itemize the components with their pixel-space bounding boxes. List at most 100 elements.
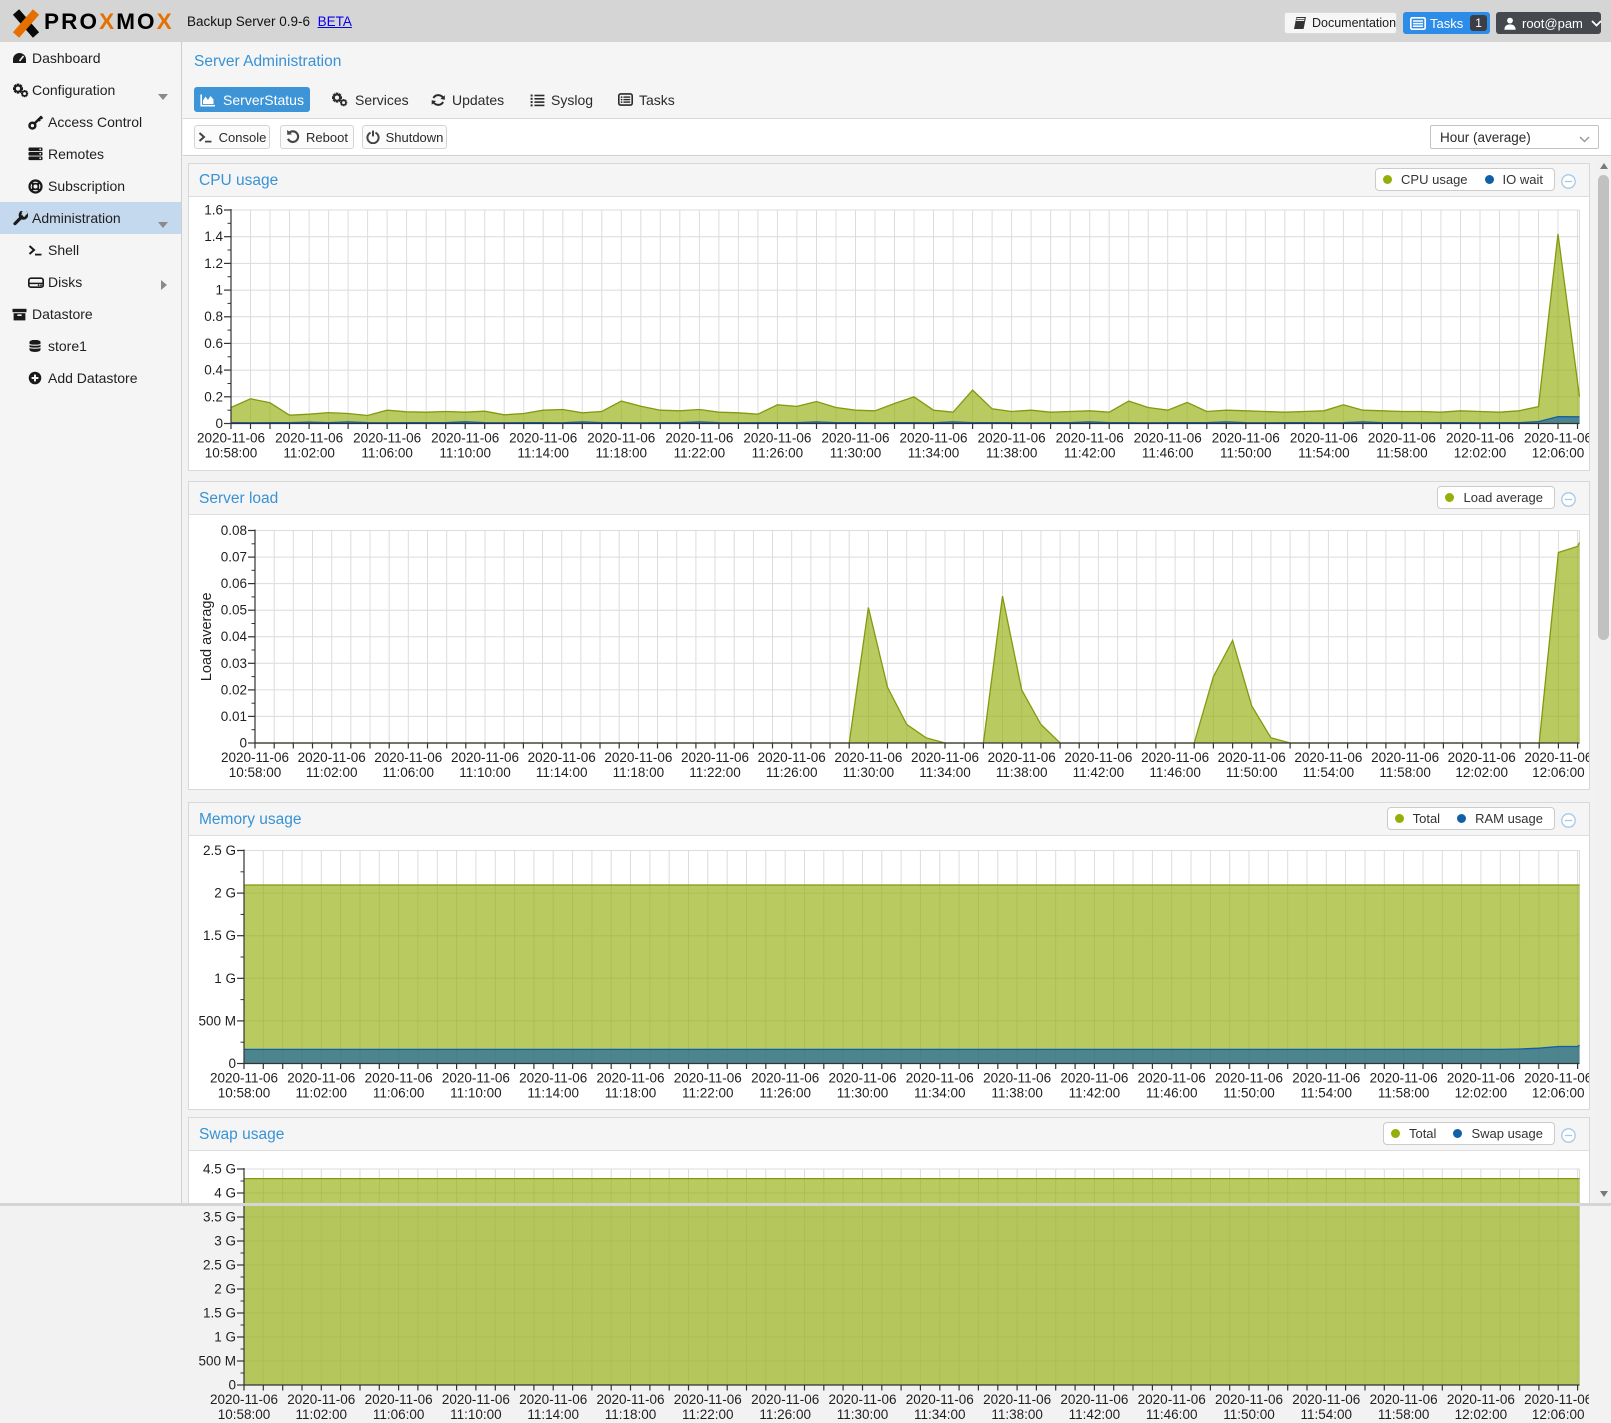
svg-text:11:06:00: 11:06:00 bbox=[383, 765, 435, 780]
svg-text:Load average: Load average bbox=[199, 592, 215, 681]
svg-text:11:30:00: 11:30:00 bbox=[837, 1086, 889, 1101]
svg-text:11:46:00: 11:46:00 bbox=[1142, 446, 1194, 461]
svg-text:11:46:00: 11:46:00 bbox=[1146, 1086, 1198, 1101]
svg-text:2020-11-06: 2020-11-06 bbox=[519, 1071, 587, 1086]
svg-text:2020-11-06: 2020-11-06 bbox=[587, 431, 655, 446]
svg-text:2020-11-06: 2020-11-06 bbox=[911, 750, 979, 765]
svg-text:2020-11-06: 2020-11-06 bbox=[828, 1392, 896, 1407]
svg-text:2020-11-06: 2020-11-06 bbox=[1446, 431, 1514, 446]
svg-text:2020-11-06: 2020-11-06 bbox=[1370, 1392, 1438, 1407]
svg-text:11:30:00: 11:30:00 bbox=[837, 1407, 889, 1422]
svg-text:2020-11-06: 2020-11-06 bbox=[1215, 1071, 1283, 1086]
svg-text:2 G: 2 G bbox=[214, 1282, 236, 1297]
svg-text:4.5 G: 4.5 G bbox=[203, 1162, 236, 1177]
svg-text:12:06:00: 12:06:00 bbox=[1532, 765, 1585, 780]
svg-text:12:02:00: 12:02:00 bbox=[1454, 446, 1507, 461]
svg-text:2020-11-06: 2020-11-06 bbox=[665, 431, 733, 446]
svg-text:2020-11-06: 2020-11-06 bbox=[1368, 431, 1436, 446]
svg-text:11:58:00: 11:58:00 bbox=[1378, 1086, 1430, 1101]
svg-text:1.4: 1.4 bbox=[204, 229, 223, 244]
svg-text:11:26:00: 11:26:00 bbox=[759, 1086, 811, 1101]
svg-text:11:06:00: 11:06:00 bbox=[373, 1086, 425, 1101]
svg-text:2020-11-06: 2020-11-06 bbox=[978, 431, 1046, 446]
svg-text:11:58:00: 11:58:00 bbox=[1378, 1407, 1430, 1422]
svg-text:11:10:00: 11:10:00 bbox=[450, 1086, 502, 1101]
svg-text:2020-11-06: 2020-11-06 bbox=[681, 750, 749, 765]
svg-text:1.6: 1.6 bbox=[204, 203, 223, 218]
svg-text:11:34:00: 11:34:00 bbox=[908, 446, 960, 461]
svg-text:2020-11-06: 2020-11-06 bbox=[1290, 431, 1358, 446]
svg-text:11:46:00: 11:46:00 bbox=[1146, 1407, 1198, 1422]
svg-text:2020-11-06: 2020-11-06 bbox=[1064, 750, 1132, 765]
svg-text:11:30:00: 11:30:00 bbox=[843, 765, 895, 780]
svg-text:2020-11-06: 2020-11-06 bbox=[509, 431, 577, 446]
svg-text:0.03: 0.03 bbox=[221, 656, 247, 671]
svg-text:2020-11-06: 2020-11-06 bbox=[596, 1392, 664, 1407]
svg-text:11:18:00: 11:18:00 bbox=[605, 1407, 657, 1422]
svg-text:0: 0 bbox=[228, 1378, 236, 1393]
svg-text:2020-11-06: 2020-11-06 bbox=[528, 750, 596, 765]
svg-text:11:22:00: 11:22:00 bbox=[682, 1407, 734, 1422]
svg-text:11:38:00: 11:38:00 bbox=[996, 765, 1048, 780]
svg-text:12:06:00: 12:06:00 bbox=[1532, 1086, 1585, 1101]
svg-text:11:22:00: 11:22:00 bbox=[689, 765, 741, 780]
svg-text:10:58:00: 10:58:00 bbox=[218, 1407, 271, 1422]
svg-text:2020-11-06: 2020-11-06 bbox=[988, 750, 1056, 765]
svg-text:2020-11-06: 2020-11-06 bbox=[1292, 1071, 1360, 1086]
svg-text:10:58:00: 10:58:00 bbox=[205, 446, 258, 461]
svg-text:2020-11-06: 2020-11-06 bbox=[442, 1071, 510, 1086]
svg-text:2020-11-06: 2020-11-06 bbox=[210, 1071, 278, 1086]
svg-text:2020-11-06: 2020-11-06 bbox=[1056, 431, 1124, 446]
svg-text:2020-11-06: 2020-11-06 bbox=[758, 750, 826, 765]
svg-text:11:10:00: 11:10:00 bbox=[459, 765, 511, 780]
svg-text:2020-11-06: 2020-11-06 bbox=[298, 750, 366, 765]
svg-text:1.5 G: 1.5 G bbox=[203, 1306, 236, 1321]
svg-text:2020-11-06: 2020-11-06 bbox=[751, 1071, 819, 1086]
svg-text:0.06: 0.06 bbox=[221, 576, 247, 591]
svg-text:2020-11-06: 2020-11-06 bbox=[1060, 1071, 1128, 1086]
svg-text:2020-11-06: 2020-11-06 bbox=[674, 1392, 742, 1407]
svg-text:2020-11-06: 2020-11-06 bbox=[210, 1392, 278, 1407]
svg-text:11:42:00: 11:42:00 bbox=[1064, 446, 1116, 461]
svg-text:12:06:00: 12:06:00 bbox=[1532, 1407, 1585, 1422]
svg-text:2020-11-06: 2020-11-06 bbox=[1524, 1392, 1589, 1407]
svg-text:11:06:00: 11:06:00 bbox=[373, 1407, 425, 1422]
svg-text:2020-11-06: 2020-11-06 bbox=[751, 1392, 819, 1407]
svg-text:11:38:00: 11:38:00 bbox=[991, 1086, 1043, 1101]
svg-text:10:58:00: 10:58:00 bbox=[229, 765, 282, 780]
svg-text:2020-11-06: 2020-11-06 bbox=[1218, 750, 1286, 765]
svg-text:3.5 G: 3.5 G bbox=[203, 1210, 236, 1225]
svg-text:11:18:00: 11:18:00 bbox=[605, 1086, 657, 1101]
svg-text:11:38:00: 11:38:00 bbox=[991, 1407, 1043, 1422]
svg-text:2020-11-06: 2020-11-06 bbox=[1447, 1071, 1515, 1086]
svg-text:2020-11-06: 2020-11-06 bbox=[365, 1071, 433, 1086]
svg-text:2020-11-06: 2020-11-06 bbox=[1371, 750, 1439, 765]
svg-text:2020-11-06: 2020-11-06 bbox=[1060, 1392, 1128, 1407]
svg-text:2020-11-06: 2020-11-06 bbox=[1141, 750, 1209, 765]
svg-text:2020-11-06: 2020-11-06 bbox=[1134, 431, 1202, 446]
svg-text:11:38:00: 11:38:00 bbox=[986, 446, 1038, 461]
svg-text:11:18:00: 11:18:00 bbox=[613, 765, 665, 780]
svg-text:2020-11-06: 2020-11-06 bbox=[821, 431, 889, 446]
svg-text:11:10:00: 11:10:00 bbox=[439, 446, 491, 461]
svg-text:11:54:00: 11:54:00 bbox=[1301, 1407, 1353, 1422]
svg-text:2020-11-06: 2020-11-06 bbox=[834, 750, 902, 765]
svg-text:11:54:00: 11:54:00 bbox=[1298, 446, 1350, 461]
svg-text:1.5 G: 1.5 G bbox=[203, 928, 236, 943]
svg-text:0.08: 0.08 bbox=[221, 523, 247, 538]
svg-text:11:54:00: 11:54:00 bbox=[1301, 1086, 1353, 1101]
svg-text:11:54:00: 11:54:00 bbox=[1303, 765, 1355, 780]
svg-text:0: 0 bbox=[228, 1056, 236, 1071]
svg-text:11:02:00: 11:02:00 bbox=[296, 1086, 348, 1101]
svg-text:11:02:00: 11:02:00 bbox=[296, 1407, 348, 1422]
svg-text:11:30:00: 11:30:00 bbox=[830, 446, 882, 461]
svg-text:2020-11-06: 2020-11-06 bbox=[1447, 1392, 1515, 1407]
svg-text:12:02:00: 12:02:00 bbox=[1455, 765, 1508, 780]
svg-text:11:34:00: 11:34:00 bbox=[914, 1086, 966, 1101]
svg-text:11:06:00: 11:06:00 bbox=[361, 446, 413, 461]
svg-text:11:26:00: 11:26:00 bbox=[759, 1407, 811, 1422]
svg-text:2020-11-06: 2020-11-06 bbox=[906, 1392, 974, 1407]
svg-text:0.05: 0.05 bbox=[221, 603, 247, 618]
svg-text:2020-11-06: 2020-11-06 bbox=[442, 1392, 510, 1407]
svg-text:2020-11-06: 2020-11-06 bbox=[674, 1071, 742, 1086]
